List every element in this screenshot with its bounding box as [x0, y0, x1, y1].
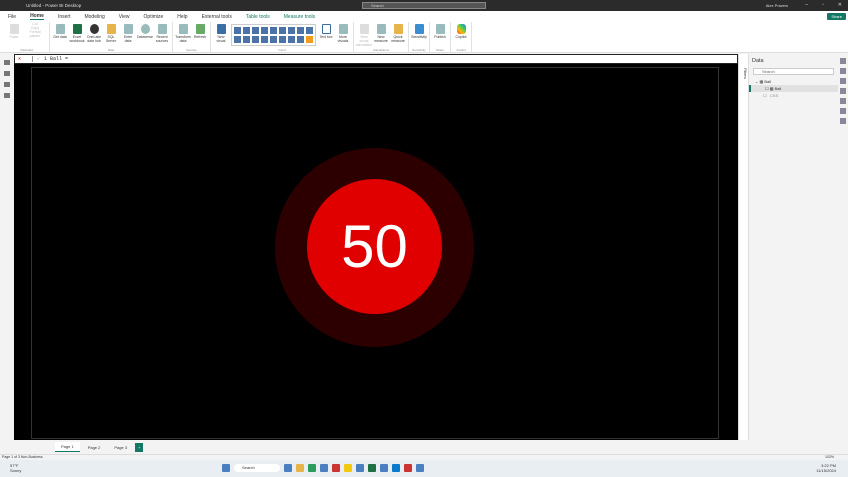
- performance-icon[interactable]: [840, 108, 846, 114]
- tab-table-tools[interactable]: Table tools: [246, 14, 270, 20]
- sync-slicers-icon[interactable]: [840, 118, 846, 124]
- clock[interactable]: 3:22 PM 11/15/2024: [816, 463, 836, 473]
- minimize-button[interactable]: –: [805, 2, 808, 8]
- tab-help[interactable]: Help: [177, 14, 187, 20]
- copilot-group: Copilot Copilot: [451, 22, 472, 52]
- group-label: Data: [107, 48, 115, 52]
- data-search-input[interactable]: Search: [753, 68, 834, 75]
- group-label: Clipboard: [20, 48, 33, 52]
- group-label: Queries: [186, 48, 197, 52]
- start-icon[interactable]: [222, 464, 230, 472]
- format-painter-button[interactable]: Format painter: [24, 30, 46, 38]
- queries-group: Transform data Refresh Queries: [173, 22, 211, 52]
- weather-widget[interactable]: 57°F Sunny: [10, 463, 21, 473]
- tab-insert[interactable]: Insert: [58, 14, 71, 20]
- formula-bar[interactable]: ✕ ✓ 1 Ball =: [14, 54, 738, 64]
- group-label: Insert: [278, 48, 286, 52]
- user-name[interactable]: Alex Powers: [766, 3, 788, 8]
- app-icon[interactable]: [332, 464, 340, 472]
- menu-bar: File Home Insert Modeling View Optimize …: [0, 11, 848, 22]
- group-label: Sensitivity: [412, 48, 426, 52]
- build-visual-icon[interactable]: [840, 78, 846, 84]
- app-icon[interactable]: [284, 464, 292, 472]
- tab-file[interactable]: File: [8, 14, 16, 20]
- report-view-icon[interactable]: [4, 60, 10, 65]
- dax-query-view-icon[interactable]: [4, 93, 10, 98]
- add-page-button[interactable]: +: [135, 442, 144, 452]
- page-tab-3[interactable]: Page 3: [108, 443, 133, 452]
- vscode-icon[interactable]: [392, 464, 400, 472]
- table-item-ball[interactable]: ⌄ ▦ Ball: [749, 78, 838, 85]
- ball-value: 50: [341, 213, 408, 280]
- tab-view[interactable]: View: [119, 14, 130, 20]
- data-pane-title: Data: [752, 58, 764, 64]
- calculations-group: New visual calculation New measure Quick…: [354, 22, 409, 52]
- sensitivity-group: Sensitivity Sensitivity: [409, 22, 430, 52]
- app-icon[interactable]: [380, 464, 388, 472]
- page-tab-1[interactable]: Page 1: [55, 442, 80, 452]
- taskbar-search[interactable]: Search: [234, 464, 280, 472]
- close-button[interactable]: ✕: [838, 2, 842, 8]
- data-group: Get data Excel workbook OneLake data hub…: [50, 22, 173, 52]
- group-label: Copilot: [456, 48, 466, 52]
- app-icon[interactable]: [404, 464, 412, 472]
- tab-modeling[interactable]: Modeling: [84, 14, 104, 20]
- search-box[interactable]: Search: [362, 2, 486, 9]
- format-icon[interactable]: [840, 68, 846, 74]
- field-item-css[interactable]: ☐ CSS: [749, 92, 838, 99]
- bookmarks-icon[interactable]: [840, 88, 846, 94]
- share-button[interactable]: Share: [827, 13, 846, 20]
- selection-icon[interactable]: [840, 98, 846, 104]
- share-group: Publish Share: [430, 22, 451, 52]
- window-title: Untitled - Power BI Desktop: [26, 3, 82, 8]
- clipboard-group: Paste Cut Copy Format painter Clipboard: [4, 22, 50, 52]
- tab-measure-tools[interactable]: Measure tools: [284, 14, 315, 20]
- pane-switcher: [838, 54, 848, 440]
- app-icon[interactable]: [356, 464, 364, 472]
- visual-gallery[interactable]: [231, 24, 316, 46]
- filters-pane-collapsed[interactable]: Filters: [738, 54, 748, 440]
- app-icon[interactable]: [308, 464, 316, 472]
- tab-external-tools[interactable]: External tools: [202, 14, 232, 20]
- commit-formula-button[interactable]: ✓: [33, 56, 44, 62]
- data-pane: Data Search ⌄ ▦ Ball ☐ ▦ Ball ☐ CSS: [748, 54, 838, 440]
- ball-visual[interactable]: 50: [307, 179, 442, 314]
- app-icon[interactable]: [368, 464, 376, 472]
- page-tab-2[interactable]: Page 2: [82, 443, 107, 452]
- page-tabs: Page 1 Page 2 Page 3 +: [0, 440, 848, 454]
- power-bi-icon[interactable]: [344, 464, 352, 472]
- cancel-formula-button[interactable]: ✕: [15, 56, 33, 62]
- model-view-icon[interactable]: [4, 82, 10, 87]
- restore-button[interactable]: ▫: [822, 2, 824, 8]
- app-icon[interactable]: [416, 464, 424, 472]
- ribbon: Paste Cut Copy Format painter Clipboard Ge…: [0, 22, 848, 53]
- group-label: Share: [435, 48, 444, 52]
- group-label: Calculations: [372, 48, 390, 52]
- table-view-icon[interactable]: [4, 71, 10, 76]
- insert-group: New visual Text box More visuals Insert: [211, 22, 354, 52]
- view-switcher: [0, 54, 14, 440]
- app-icon[interactable]: [320, 464, 328, 472]
- field-item-ball[interactable]: ☐ ▦ Ball: [749, 85, 838, 92]
- data-pane-icon[interactable]: [840, 58, 846, 64]
- taskbar: 57°F Sunny Search 3:22 PM 11/15/2024: [0, 460, 848, 477]
- tab-home[interactable]: Home: [30, 13, 44, 20]
- app-icon[interactable]: [296, 464, 304, 472]
- tab-optimize[interactable]: Optimize: [144, 14, 164, 20]
- title-bar: Untitled - Power BI Desktop Search Alex …: [0, 0, 848, 11]
- formula-text[interactable]: 1 Ball =: [44, 56, 68, 62]
